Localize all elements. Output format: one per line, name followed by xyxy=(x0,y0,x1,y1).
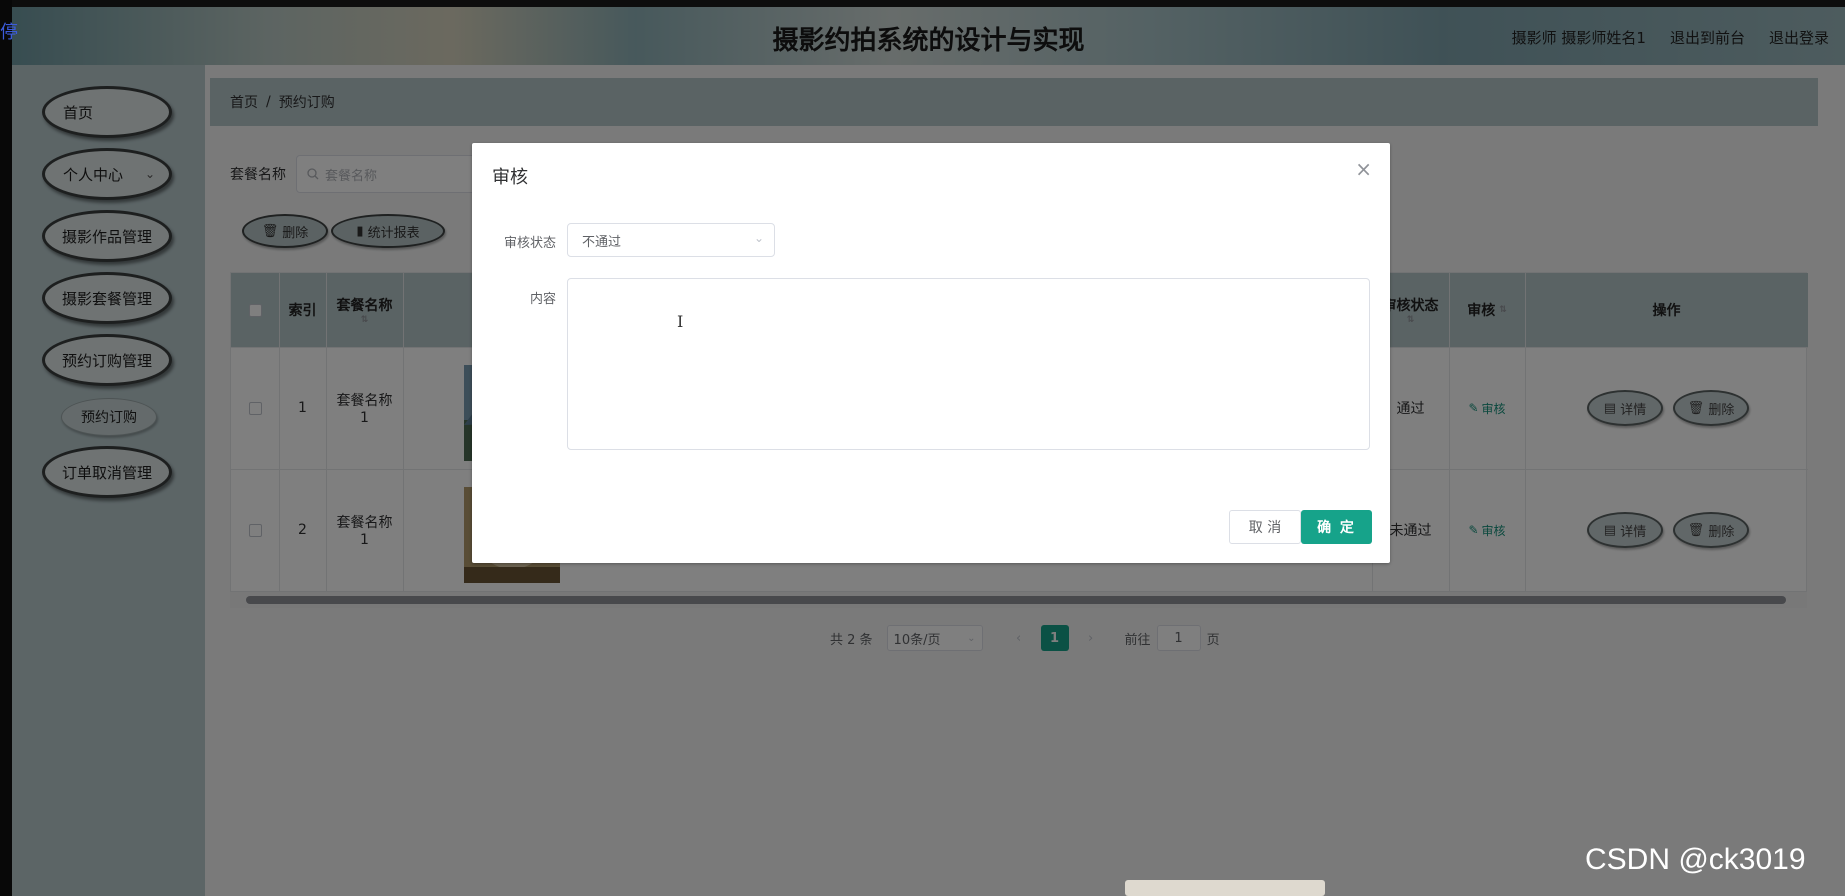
chevron-down-icon: ⌄ xyxy=(753,231,764,245)
ime-toolbar xyxy=(1125,880,1325,896)
close-icon[interactable]: × xyxy=(1355,157,1372,181)
cancel-button[interactable]: 取 消 xyxy=(1229,510,1301,544)
audit-dialog: 审核 × 审核状态 不通过 ⌄ 内容 I 取 消 确 定 xyxy=(472,143,1390,563)
content-label: 内容 xyxy=(529,292,556,307)
confirm-button[interactable]: 确 定 xyxy=(1301,510,1372,544)
audit-status-label: 审核状态 xyxy=(503,236,556,251)
watermark: CSDN @ck3019 xyxy=(1585,843,1806,876)
audit-status-value: 不通过 xyxy=(582,234,622,250)
left-edge-text: 停 xyxy=(0,22,18,43)
content-textarea[interactable]: I xyxy=(567,278,1370,450)
audit-status-select[interactable]: 不通过 ⌄ xyxy=(567,223,775,257)
text-cursor-icon: I xyxy=(677,312,684,331)
dialog-title: 审核 xyxy=(492,167,528,188)
